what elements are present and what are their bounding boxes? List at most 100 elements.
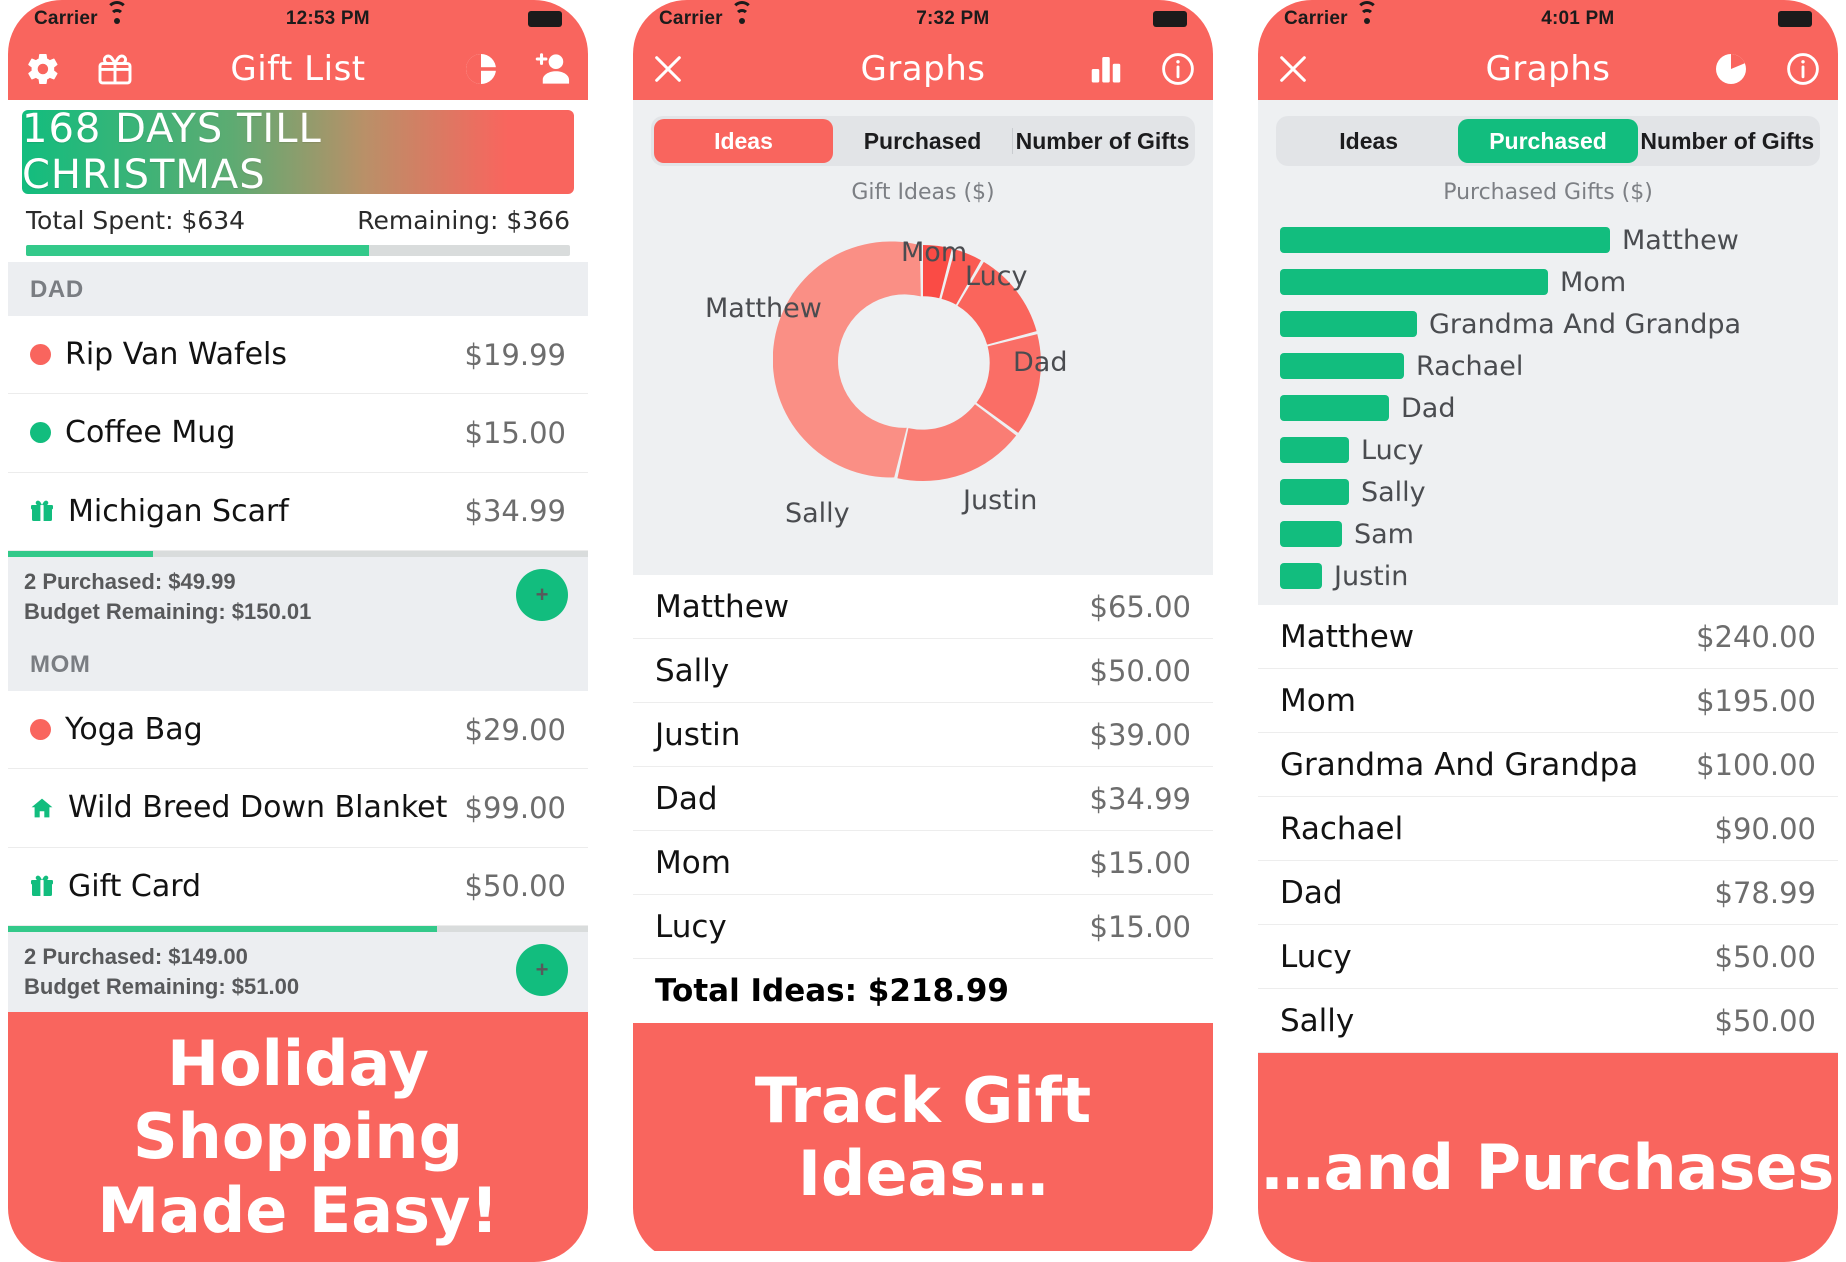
table-row[interactable]: Mom $195.00 bbox=[1258, 669, 1838, 733]
segmented-control-2[interactable]: Ideas Purchased Number of Gifts bbox=[651, 116, 1195, 166]
row-value: $39.00 bbox=[1089, 717, 1191, 752]
add-person-icon[interactable] bbox=[534, 50, 572, 88]
tab-ideas[interactable]: Ideas bbox=[1279, 119, 1458, 163]
gift-name: Gift Card bbox=[68, 868, 202, 904]
promo-banner-2: Track Gift Ideas… bbox=[633, 1023, 1213, 1251]
slice-label-lucy: Lucy bbox=[965, 261, 1028, 292]
bar bbox=[1280, 269, 1548, 295]
nav-right-3 bbox=[1712, 50, 1822, 88]
row-name: Grandma And Grandpa bbox=[1280, 746, 1639, 783]
nav-bar-3: Graphs bbox=[1258, 38, 1838, 100]
bar bbox=[1280, 227, 1610, 253]
table-total-row: Total Ideas: $218.99 bbox=[633, 959, 1213, 1023]
status-left-2: Carrier bbox=[659, 1, 753, 30]
gift-row[interactable]: Yoga Bag $29.00 bbox=[8, 690, 588, 770]
close-icon[interactable] bbox=[649, 50, 687, 88]
purchased-count-label: 2 Purchased: $49.99 bbox=[24, 568, 236, 594]
promo-line-1: Holiday Shopping bbox=[133, 1027, 463, 1174]
status-bar-3: Carrier 4:01 PM bbox=[1258, 0, 1838, 38]
gift-row[interactable]: Gift Card $50.00 bbox=[8, 847, 588, 926]
budget-remaining-label: Budget Remaining: $51.00 bbox=[24, 973, 300, 999]
gift-row[interactable]: Wild Breed Down Blanket $99.00 bbox=[8, 769, 588, 848]
bar-row: Sam bbox=[1280, 513, 1816, 555]
bar-chart-icon[interactable] bbox=[1087, 50, 1125, 88]
nav-bar-1: Gift List bbox=[8, 38, 588, 100]
tab-number-of-gifts[interactable]: Number of Gifts bbox=[1638, 119, 1817, 163]
add-gift-button[interactable]: + bbox=[516, 943, 568, 996]
row-value: $90.00 bbox=[1714, 811, 1816, 846]
tab-purchased[interactable]: Purchased bbox=[1458, 119, 1638, 163]
chart-title: Gift Ideas ($) bbox=[851, 180, 995, 205]
gift-price: $50.00 bbox=[464, 869, 566, 904]
bar-row: Dad bbox=[1280, 387, 1816, 429]
bar-label: Mom bbox=[1560, 266, 1627, 298]
row-name: Dad bbox=[655, 780, 718, 817]
row-name: Sally bbox=[1280, 1002, 1355, 1039]
row-value: $50.00 bbox=[1714, 1003, 1816, 1038]
table-row[interactable]: Lucy $15.00 bbox=[633, 895, 1213, 959]
pie-chart-icon[interactable] bbox=[462, 50, 500, 88]
bar-label: Lucy bbox=[1361, 434, 1424, 466]
add-gift-button[interactable]: + bbox=[516, 568, 568, 621]
row-value: $34.99 bbox=[1089, 781, 1191, 816]
slice-label-mom: Mom bbox=[901, 237, 968, 268]
tab-number-of-gifts[interactable]: Number of Gifts bbox=[1013, 119, 1192, 163]
bar-row: Rachael bbox=[1280, 345, 1816, 387]
chart-title: Purchased Gifts ($) bbox=[1443, 180, 1653, 205]
info-icon[interactable] bbox=[1159, 50, 1197, 88]
gift-row[interactable]: Michigan Scarf $34.99 bbox=[8, 472, 588, 551]
gear-icon[interactable] bbox=[24, 50, 62, 88]
table-row[interactable]: Rachael $90.00 bbox=[1258, 797, 1838, 861]
bar-row: Sally bbox=[1280, 471, 1816, 513]
gift-name: Coffee Mug bbox=[65, 415, 236, 451]
donut-chart: Matthew Mom Lucy Dad Justin Sally bbox=[633, 205, 1213, 575]
gift-icon bbox=[30, 874, 54, 898]
row-name: Justin bbox=[655, 716, 741, 753]
gift-price: $19.99 bbox=[464, 337, 566, 372]
pie-chart-area: Gift Ideas ($) Matthew Mom Lucy Dad Just… bbox=[633, 176, 1213, 575]
table-row[interactable]: Justin $39.00 bbox=[633, 703, 1213, 767]
pie-chart-icon[interactable] bbox=[1712, 50, 1750, 88]
bar bbox=[1280, 311, 1417, 337]
table-row[interactable]: Matthew $65.00 bbox=[633, 575, 1213, 639]
section-header-mom: MOM bbox=[8, 636, 588, 691]
status-time: 12:53 PM bbox=[285, 8, 370, 29]
phone-graphs-purchased: Carrier 4:01 PM Graphs Ideas Purchased N… bbox=[1258, 0, 1838, 1262]
bar-row: Matthew bbox=[1280, 219, 1816, 261]
table-row[interactable]: Sally $50.00 bbox=[633, 639, 1213, 703]
countdown-wrap: 168 DAYS TILL CHRISTMAS bbox=[8, 100, 588, 198]
red-dot-icon bbox=[30, 719, 51, 741]
status-left-1: Carrier bbox=[34, 1, 128, 30]
row-name: Mom bbox=[1280, 682, 1356, 719]
nav-bar-2: Graphs bbox=[633, 38, 1213, 100]
total-spent-label: Total Spent: $634 bbox=[26, 206, 246, 235]
table-row[interactable]: Lucy $50.00 bbox=[1258, 925, 1838, 989]
gift-box-icon[interactable] bbox=[96, 50, 134, 88]
gift-price: $34.99 bbox=[464, 494, 566, 529]
info-icon[interactable] bbox=[1784, 50, 1822, 88]
bar bbox=[1280, 437, 1349, 463]
status-time: 7:32 PM bbox=[916, 8, 990, 29]
gift-row[interactable]: Coffee Mug $15.00 bbox=[8, 394, 588, 473]
gift-price: $99.00 bbox=[464, 790, 566, 825]
table-row[interactable]: Sally $50.00 bbox=[1258, 989, 1838, 1053]
wifi-icon bbox=[105, 1, 128, 27]
promo-line-2: Made Easy! bbox=[97, 1173, 499, 1247]
tab-ideas[interactable]: Ideas bbox=[654, 119, 833, 163]
row-value: $50.00 bbox=[1714, 939, 1816, 974]
bar bbox=[1280, 521, 1342, 547]
gift-row[interactable]: Rip Van Wafels $19.99 bbox=[8, 316, 588, 395]
table-row[interactable]: Matthew $240.00 bbox=[1258, 605, 1838, 669]
gift-name: Wild Breed Down Blanket bbox=[68, 790, 448, 826]
segmented-control-3[interactable]: Ideas Purchased Number of Gifts bbox=[1276, 116, 1820, 166]
status-right-2 bbox=[1153, 11, 1187, 27]
gift-list-body: 168 DAYS TILL CHRISTMAS Total Spent: $63… bbox=[8, 100, 588, 1012]
section-summary-mom: 2 Purchased: $149.00 Budget Remaining: $… bbox=[8, 931, 588, 1012]
bar-chart-area: Purchased Gifts ($) Matthew Mom Grandma … bbox=[1258, 176, 1838, 605]
close-icon[interactable] bbox=[1274, 50, 1312, 88]
table-row[interactable]: Mom $15.00 bbox=[633, 831, 1213, 895]
table-row[interactable]: Grandma And Grandpa $100.00 bbox=[1258, 733, 1838, 797]
tab-purchased[interactable]: Purchased bbox=[833, 119, 1012, 163]
table-row[interactable]: Dad $34.99 bbox=[633, 767, 1213, 831]
table-row[interactable]: Dad $78.99 bbox=[1258, 861, 1838, 925]
